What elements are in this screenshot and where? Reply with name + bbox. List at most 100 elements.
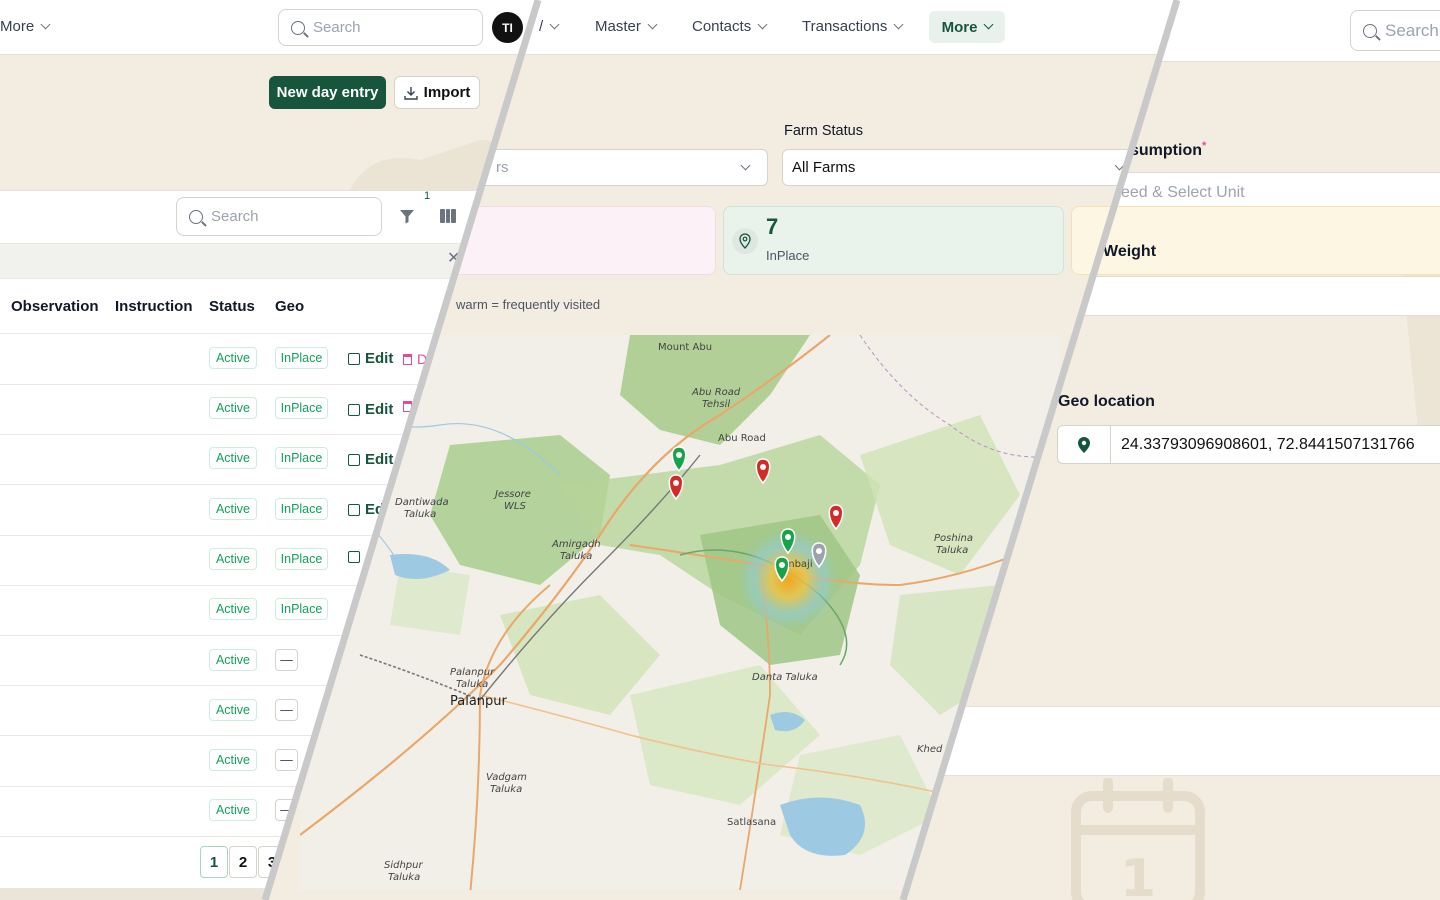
geo-badge: — <box>275 699 298 721</box>
search-icon <box>189 209 203 224</box>
geo-location-field[interactable]: 24.33793096908601, 72.8441507131766 <box>1057 425 1440 464</box>
edit-button[interactable] <box>348 551 365 563</box>
map-label-satlasana: Satlasana <box>727 817 776 828</box>
chevron-down-icon <box>549 19 560 30</box>
map-label-abu-road-tehsil: Abu Road <box>691 387 741 398</box>
geo-badge: — <box>275 649 298 671</box>
edit-button[interactable]: Edit <box>348 350 393 367</box>
geo-location-label: Geo location <box>1058 393 1155 410</box>
column-header-geo[interactable]: Geo <box>275 298 304 315</box>
map-label-poshina-2: Taluka <box>936 545 968 556</box>
map-label-palanpur: Palanpur <box>450 694 508 709</box>
nav-item-transactions[interactable]: Transactions <box>802 18 904 35</box>
edit-button[interactable]: Edit <box>348 401 393 418</box>
chevron-down-icon <box>983 19 994 29</box>
map-label-dantiwada-2: Taluka <box>404 509 436 520</box>
inplace-count: 7 <box>766 214 779 239</box>
weight-label: Weight <box>1103 243 1157 260</box>
map-label-sidhpur: Sidhpur <box>384 860 423 871</box>
status-badge: Active <box>209 649 257 671</box>
geo-badge: — <box>275 749 298 771</box>
location-pin-icon <box>1058 426 1111 463</box>
farm-status-label: Farm Status <box>784 123 863 139</box>
edit-button[interactable]: Edit <box>348 451 393 468</box>
column-header-observation[interactable]: Observation <box>11 298 99 315</box>
svg-text:1: 1 <box>1120 849 1156 900</box>
new-day-entry-button[interactable]: New day entry <box>269 76 386 109</box>
form-section-band <box>903 706 1440 776</box>
map-label-palanpur-taluka: Palanpur <box>450 667 495 678</box>
status-badge: Active <box>209 498 257 520</box>
column-header-status[interactable]: Status <box>209 298 255 315</box>
weight-warning-card <box>1071 206 1440 275</box>
status-badge: Active <box>209 447 257 469</box>
table-search-placeholder: Search <box>211 208 259 225</box>
page-button-1[interactable]: 1 <box>200 846 228 878</box>
map-label-amirgadh-2: Taluka <box>560 551 592 562</box>
search-icon <box>291 20 305 35</box>
consumption-label: sumption* <box>1130 140 1207 159</box>
chevron-down-icon <box>40 19 51 30</box>
status-badge: Active <box>209 397 257 419</box>
calendar-icon: 1 <box>1071 778 1205 900</box>
search-placeholder: Search <box>313 19 361 36</box>
search-icon <box>1363 23 1377 38</box>
geo-badge: InPlace <box>275 397 328 419</box>
map-label-danta: Danta Taluka <box>752 672 818 683</box>
trash-icon <box>403 353 412 365</box>
nav-item-more[interactable]: More <box>929 11 1005 43</box>
status-badge: Active <box>209 347 257 369</box>
nav-item-master[interactable]: Master <box>595 18 658 35</box>
stat-card-pink <box>440 206 716 275</box>
edit-icon <box>348 453 360 466</box>
farm-status-select[interactable]: All Farms <box>782 149 1142 186</box>
map-label-khed: Khed <box>917 744 943 755</box>
map-label-dantiwada: Dantiwada <box>395 497 449 508</box>
nav-item-more[interactable]: More <box>0 18 51 35</box>
avatar[interactable]: TI <box>492 12 523 43</box>
columns-icon[interactable] <box>440 209 457 223</box>
chevron-down-icon <box>757 19 768 30</box>
import-button[interactable]: Import <box>394 76 480 109</box>
geo-badge: InPlace <box>275 598 328 620</box>
global-search-input[interactable]: Search <box>1350 10 1440 51</box>
nav-item-contacts[interactable]: Contacts <box>692 18 768 35</box>
status-badge: Active <box>209 598 257 620</box>
map-label-jessore: Jessore <box>493 489 531 500</box>
geo-badge: InPlace <box>275 548 328 570</box>
status-badge: Active <box>209 699 257 721</box>
map-label-palanpur-taluka-2: Taluka <box>456 679 488 690</box>
edit-icon <box>348 403 360 416</box>
status-badge: Active <box>209 548 257 570</box>
map-label-abu-road: Abu Road <box>718 433 766 444</box>
column-header-instruction[interactable]: Instruction <box>115 298 193 315</box>
table-search-input[interactable]: Search <box>176 197 382 236</box>
heatmap-legend-note: warm = frequently visited <box>456 297 601 312</box>
edit-icon <box>348 551 360 563</box>
inplace-label: InPlace <box>766 248 810 263</box>
filter-count-badge: 1 <box>423 190 431 202</box>
map-label-sidhpur-2: Taluka <box>388 872 420 883</box>
global-search-input[interactable]: Search <box>278 9 483 46</box>
status-badge: Active <box>209 799 257 821</box>
download-icon <box>403 86 418 100</box>
map-label-poshina: Poshina <box>934 533 973 544</box>
geo-badge: InPlace <box>275 447 328 469</box>
map-label-vadgam: Vadgam <box>486 772 527 783</box>
trash-icon <box>403 401 412 412</box>
weight-input[interactable] <box>1070 276 1440 316</box>
geo-location-value: 24.33793096908601, 72.8441507131766 <box>1121 435 1415 453</box>
status-badge: Active <box>209 749 257 771</box>
edit-icon <box>348 503 360 516</box>
chevron-down-icon <box>1114 160 1125 171</box>
filter-icon[interactable] <box>399 208 415 224</box>
map-label-jessore-2: WLS <box>504 501 526 512</box>
top-nav-bar: More Search TI <box>0 0 538 55</box>
edit-button[interactable]: Ed <box>348 501 384 518</box>
location-pin-icon <box>732 228 758 254</box>
map-label-abu-road-tehsil-2: Tehsil <box>702 399 730 410</box>
nav-item-partial[interactable]: / <box>539 18 560 35</box>
map-label-mount-abu: Mount Abu <box>658 342 712 353</box>
page-button-2[interactable]: 2 <box>229 846 257 878</box>
chevron-down-icon <box>647 19 658 30</box>
